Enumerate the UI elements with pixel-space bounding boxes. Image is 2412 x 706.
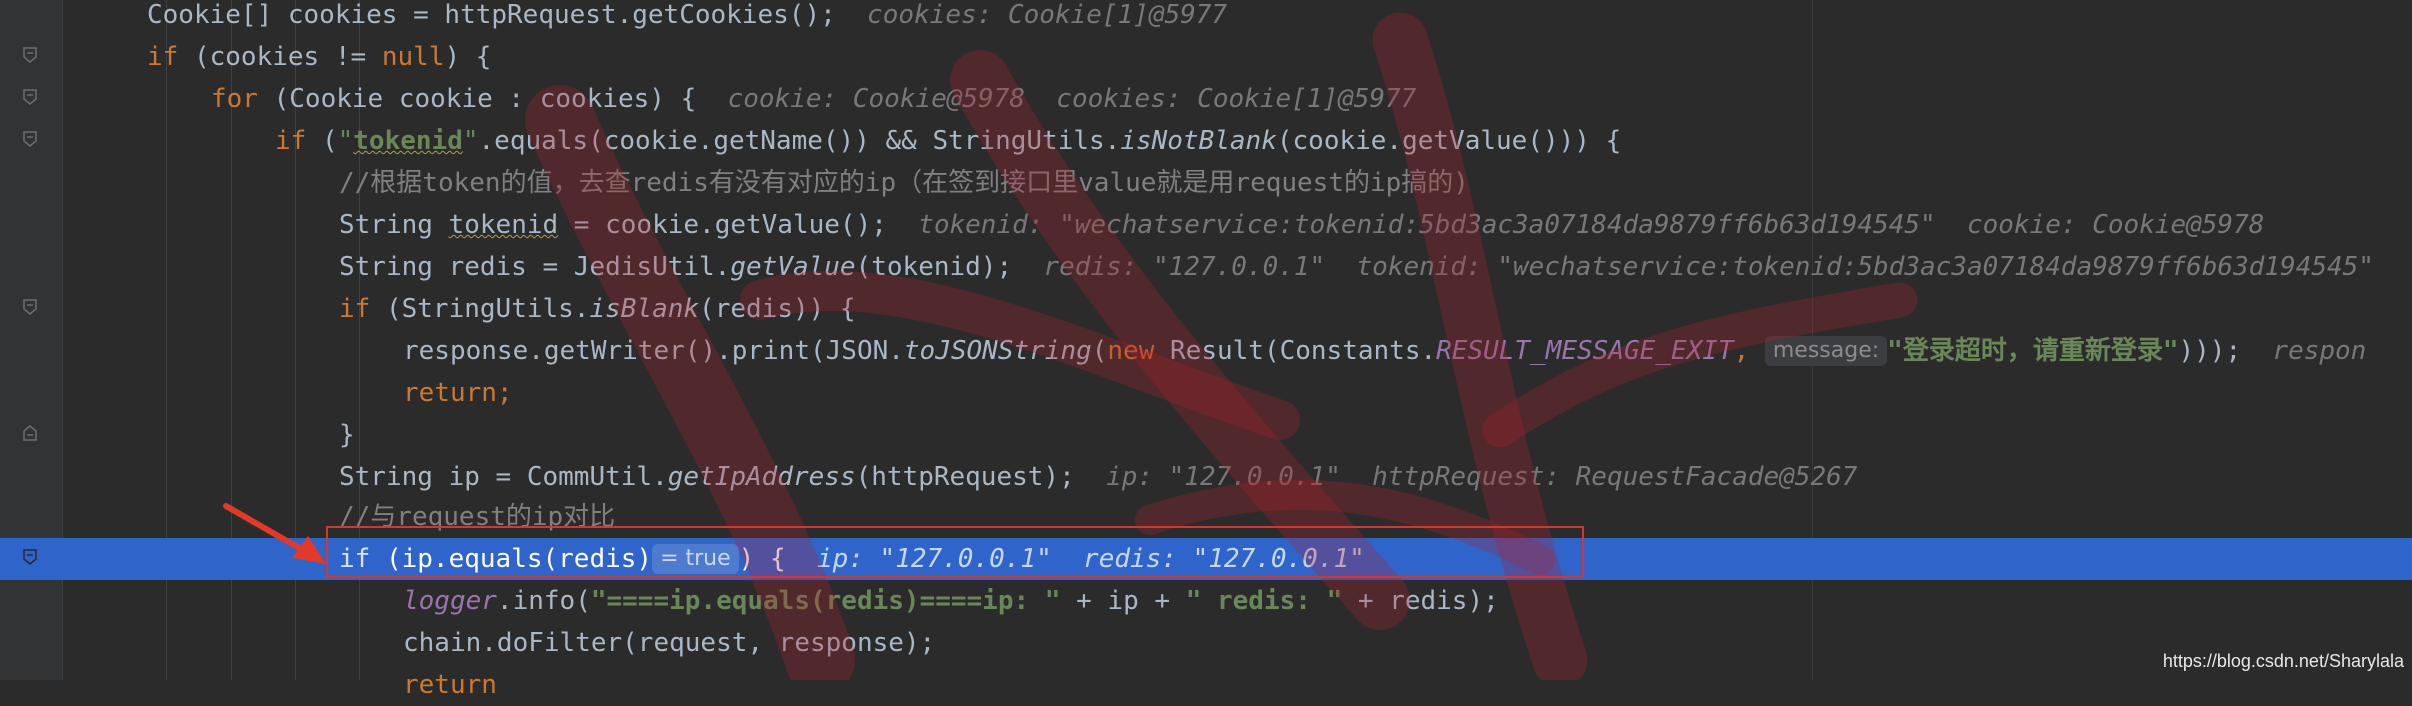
code-line-close-brace[interactable]: } <box>0 414 2412 456</box>
fold-marker-icon[interactable] <box>23 89 37 105</box>
fold-marker-icon[interactable] <box>23 47 37 63</box>
code-token: ) { <box>444 42 492 72</box>
code-token: + redis); <box>1342 586 1499 616</box>
code-token: ( <box>306 126 338 156</box>
red-arrow-icon <box>223 503 326 564</box>
code-token: = cookie.getValue(); <box>558 210 887 240</box>
code-token: " <box>337 126 354 156</box>
debug-inline-value: ip: "127.0.0.1" httpRequest: RequestFaca… <box>1074 462 1858 492</box>
fold-marker-icon[interactable] <box>23 299 37 315</box>
code-token: " redis: " <box>1185 586 1343 616</box>
code-token: tokenid <box>448 210 559 240</box>
code-token: isBlank <box>589 294 700 324</box>
code-token: .info( <box>496 586 591 616</box>
code-line-cookies-decl[interactable]: Cookie[] cookies = httpRequest.getCookie… <box>0 0 2412 36</box>
code-token: logger <box>403 586 497 616</box>
debug-inline-value: cookies: Cookie[1]@5977 <box>835 0 1228 30</box>
code-line-return-partial[interactable]: return <box>0 664 2412 706</box>
fold-marker-icon[interactable] <box>23 549 37 565</box>
code-token: } <box>339 420 355 450</box>
code-token: (StringUtils. <box>370 294 590 324</box>
code-token: (cookie.getValue())) { <box>1276 126 1622 156</box>
fold-end-icon[interactable] <box>23 425 37 441</box>
code-token: tokenid <box>353 126 463 156</box>
code-comment: //根据token的值，去查redis有没有对应的ip（在签到接口里value就… <box>339 168 1469 198</box>
code-line-if-tokenid[interactable]: if ("tokenid".equals(cookie.getName()) &… <box>0 120 2412 162</box>
debug-inline-value: cookie: Cookie@5978 cookies: Cookie[1]@5… <box>696 84 1417 114</box>
code-token: String redis = JedisUtil. <box>339 252 731 282</box>
code-line-ip-decl[interactable]: String ip = CommUtil.getIpAddress(httpRe… <box>0 456 2412 498</box>
code-token: (redis)) { <box>699 294 856 324</box>
code-token: + ip + <box>1060 586 1186 616</box>
code-token: (Cookie cookie : cookies) { <box>257 84 697 114</box>
code-token: new <box>1107 336 1155 366</box>
code-token: getValue <box>730 252 856 282</box>
code-token: RESULT_MESSAGE_EXIT <box>1436 336 1734 366</box>
code-token: chain.doFilter(request, response); <box>403 628 936 658</box>
code-token: "====ip.equals(redis)====ip: " <box>590 586 1061 616</box>
fold-marker-icon[interactable] <box>23 131 37 147</box>
code-line-comment-token[interactable]: //根据token的值，去查redis有没有对应的ip（在签到接口里value就… <box>0 162 2412 204</box>
code-token: if <box>339 294 371 324</box>
inline-value-hint: message: <box>1764 336 1888 366</box>
code-token: for <box>211 84 258 114</box>
code-token: if <box>275 126 307 156</box>
code-token: String <box>339 210 449 240</box>
debug-inline-value: respon <box>2241 336 2367 366</box>
code-token: Cookie[] cookies = httpRequest.getCookie… <box>147 0 836 30</box>
code-line-logger-info[interactable]: logger.info("====ip.equals(redis)====ip:… <box>0 580 2412 622</box>
code-token: ( <box>1091 336 1108 366</box>
code-line-if-blank[interactable]: if (StringUtils.isBlank(redis)) { <box>0 288 2412 330</box>
code-token: null <box>381 42 445 72</box>
code-token: " <box>462 126 479 156</box>
code-token: "登录超时，请重新登录" <box>1887 336 2179 366</box>
code-token: String ip = CommUtil. <box>339 462 668 492</box>
code-token: .equals(cookie.getName()) && StringUtils… <box>478 126 1121 156</box>
code-line-chain-dofilter[interactable]: chain.doFilter(request, response); <box>0 622 2412 664</box>
code-token: return <box>403 670 497 700</box>
code-line-return[interactable]: return; <box>0 372 2412 414</box>
highlight-box <box>326 526 1584 578</box>
code-token: ; <box>496 378 513 408</box>
code-token: ))); <box>2178 336 2242 366</box>
code-token: response.getWriter().print(JSON. <box>403 336 904 366</box>
code-line-print-response[interactable]: response.getWriter().print(JSON.toJSONSt… <box>0 330 2412 372</box>
code-token: toJSONString <box>903 336 1092 366</box>
code-token: if <box>147 42 179 72</box>
debug-inline-value: tokenid: "wechatservice:tokenid:5bd3ac3a… <box>886 210 2265 240</box>
code-line-redis-decl[interactable]: String redis = JedisUtil.getValue(tokeni… <box>0 246 2412 288</box>
debug-inline-value: redis: "127.0.0.1" tokenid: "wechatservi… <box>1012 252 2374 282</box>
code-line-tokenid-decl[interactable]: String tokenid = cookie.getValue(); toke… <box>0 204 2412 246</box>
code-token: (cookies != <box>178 42 382 72</box>
code-token: (tokenid); <box>855 252 1013 282</box>
code-token: return <box>403 378 497 408</box>
code-token: , <box>1733 336 1765 366</box>
code-line-for-cookie[interactable]: for (Cookie cookie : cookies) { cookie: … <box>0 78 2412 120</box>
code-token: getIpAddress <box>667 462 856 492</box>
code-line-if-cookies-null[interactable]: if (cookies != null) { <box>0 36 2412 78</box>
code-token: isNotBlank <box>1120 126 1277 156</box>
blog-watermark: https://blog.csdn.net/Sharylala <box>2162 651 2404 671</box>
code-token: Result(Constants. <box>1154 336 1437 366</box>
code-token: (httpRequest); <box>855 462 1075 492</box>
